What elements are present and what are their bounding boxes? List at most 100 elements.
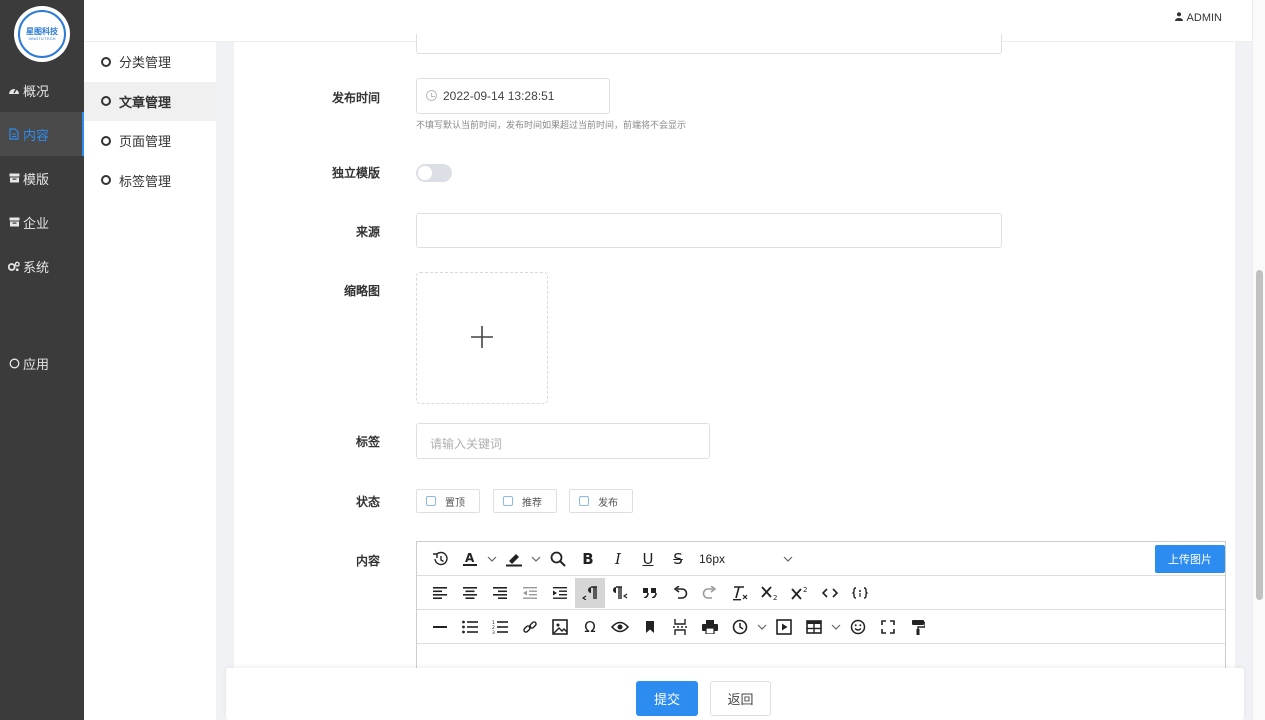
code-icon[interactable] <box>815 578 845 608</box>
scrollbar-thumb[interactable] <box>1256 270 1263 600</box>
page-scrollbar[interactable] <box>1252 0 1265 720</box>
search-icon[interactable] <box>543 544 573 574</box>
blockquote-icon[interactable] <box>635 578 665 608</box>
indent-icon[interactable] <box>545 578 575 608</box>
redo-icon[interactable] <box>695 578 725 608</box>
svg-text:2: 2 <box>773 594 777 601</box>
chevron-down-icon[interactable] <box>485 544 499 574</box>
checkbox-icon <box>579 496 589 506</box>
circle-icon <box>101 96 111 107</box>
clock-icon <box>426 90 437 101</box>
clock-icon[interactable] <box>725 612 755 642</box>
submenu-item-label: 文章管理 <box>119 94 172 110</box>
bullet-list-icon[interactable] <box>455 612 485 642</box>
upload-image-button[interactable]: 上传图片 <box>1155 545 1225 573</box>
align-center-icon[interactable] <box>455 578 485 608</box>
tags-input[interactable]: 请输入关键词 <box>416 423 710 459</box>
checkbox-label: 置顶 <box>445 497 465 509</box>
back-button[interactable]: 返回 <box>710 681 771 716</box>
chevron-down-icon[interactable] <box>529 544 543 574</box>
sidebar-item-label: 系统 <box>23 259 50 275</box>
font-size-select[interactable]: 16px <box>693 552 799 566</box>
status-label: 状态 <box>355 495 380 509</box>
publish-time-picker[interactable]: 2022-09-14 13:28:51 <box>416 78 610 114</box>
tags-placeholder: 请输入关键词 <box>430 437 503 451</box>
preview-icon[interactable] <box>605 612 635 642</box>
company-logo[interactable]: 星图科技 XINGTU TECH <box>14 6 70 62</box>
submenu-item-label: 页面管理 <box>119 134 172 150</box>
align-left-icon[interactable] <box>425 578 455 608</box>
subscript-icon[interactable]: 2 <box>755 578 785 608</box>
strikethrough-icon[interactable]: S <box>663 544 693 574</box>
ltr-paragraph-icon[interactable] <box>605 578 635 608</box>
source-input[interactable] <box>416 213 1002 248</box>
thumbnail-uploader[interactable] <box>416 272 548 404</box>
clear-format-icon[interactable] <box>725 578 755 608</box>
special-char-icon[interactable]: Ω <box>575 612 605 642</box>
undo-icon[interactable] <box>665 578 695 608</box>
history-icon[interactable] <box>425 544 455 574</box>
sidebar-item-apps[interactable]: 应用 <box>0 341 84 385</box>
sidebar-item-content[interactable]: 内容 <box>0 112 84 156</box>
code-block-icon[interactable] <box>845 578 875 608</box>
sidebar-item-system[interactable]: 系统 <box>0 244 84 288</box>
form-actions-bar: 提交 返回 <box>226 668 1244 720</box>
table-icon[interactable] <box>799 612 829 642</box>
circle-icon <box>101 175 111 186</box>
submenu-item-tags[interactable]: 标签管理 <box>84 161 216 201</box>
font-color-icon[interactable]: A <box>455 544 485 574</box>
horizontal-rule-icon[interactable] <box>425 612 455 642</box>
format-painter-icon[interactable] <box>903 612 933 642</box>
status-checkbox-recommend[interactable]: 推荐 <box>493 489 557 513</box>
chevron-down-icon <box>783 556 793 562</box>
font-size-value: 16px <box>699 551 726 566</box>
link-icon[interactable] <box>515 612 545 642</box>
independent-template-toggle[interactable] <box>416 164 452 182</box>
outdent-icon[interactable] <box>515 578 545 608</box>
sidebar-item-templates[interactable]: 模版 <box>0 156 84 200</box>
print-icon[interactable] <box>695 612 725 642</box>
gears-icon <box>8 260 20 272</box>
chevron-down-icon[interactable] <box>755 612 769 642</box>
document-icon <box>8 128 20 140</box>
logo-subtext: XINGTU TECH <box>28 36 56 41</box>
svg-text:3: 3 <box>492 630 495 634</box>
superscript-icon[interactable]: 2 <box>785 578 815 608</box>
underline-icon[interactable]: U <box>633 544 663 574</box>
publish-time-label: 发布时间 <box>331 91 380 105</box>
italic-icon[interactable]: I <box>603 544 633 574</box>
align-right-icon[interactable] <box>485 578 515 608</box>
rtl-paragraph-icon[interactable] <box>575 577 605 608</box>
page-break-icon[interactable] <box>665 612 695 642</box>
username: ADMIN <box>1186 12 1222 24</box>
bold-icon[interactable]: B <box>573 544 603 574</box>
highlight-icon[interactable] <box>499 544 529 574</box>
template-icon <box>8 172 20 184</box>
user-menu[interactable]: ADMIN <box>1174 12 1222 24</box>
submit-button[interactable]: 提交 <box>636 681 698 716</box>
toggle-knob <box>418 166 432 180</box>
bookmark-icon[interactable] <box>635 612 665 642</box>
tags-label: 标签 <box>355 435 380 449</box>
enterprise-icon <box>8 216 20 228</box>
media-icon[interactable] <box>769 612 799 642</box>
numbered-list-icon[interactable]: 123 <box>485 612 515 642</box>
emoji-icon[interactable] <box>843 612 873 642</box>
checkbox-label: 推荐 <box>522 497 542 509</box>
status-checkbox-top[interactable]: 置顶 <box>416 489 480 513</box>
submenu-item-pages[interactable]: 页面管理 <box>84 121 216 161</box>
sidebar-item-enterprise[interactable]: 企业 <box>0 200 84 244</box>
previous-field-input[interactable] <box>416 34 1002 54</box>
svg-text:A: A <box>465 551 475 565</box>
logo-text: 星图科技 <box>26 27 58 36</box>
circle-icon <box>8 357 20 369</box>
editor-toolbar-row-1: A B I U S 16px 上传图片 <box>417 542 1225 576</box>
image-icon[interactable] <box>545 612 575 642</box>
fullscreen-icon[interactable] <box>873 612 903 642</box>
source-label: 来源 <box>355 225 380 239</box>
submenu-item-categories[interactable]: 分类管理 <box>84 42 216 82</box>
chevron-down-icon[interactable] <box>829 612 843 642</box>
status-checkbox-publish[interactable]: 发布 <box>569 489 633 513</box>
submenu-item-articles[interactable]: 文章管理 <box>84 81 216 121</box>
sidebar-item-overview[interactable]: 概况 <box>0 68 84 112</box>
